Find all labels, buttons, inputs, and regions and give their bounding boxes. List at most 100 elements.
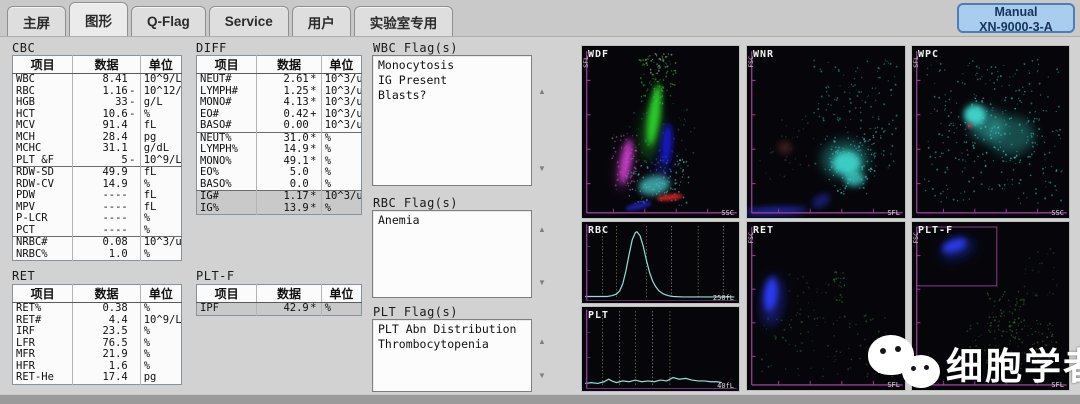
table-row: MCV91.4fL (13, 120, 182, 132)
pltf-section-title: PLT-F (196, 269, 235, 283)
wpc-y-axis-label: SFL (912, 56, 920, 68)
table-cell: 10^9/L (140, 155, 181, 167)
table-cell: IPF (197, 303, 257, 316)
table-row: EO%5.0% (197, 167, 362, 179)
table-cell: 10^9/L (140, 315, 181, 327)
wnr-y-axis-label: FSC (747, 56, 755, 68)
rbc-flags-scroll-up-icon[interactable]: ▲ (538, 226, 546, 234)
table-cell: 49.9 (73, 167, 140, 179)
table-row: RET-He17.4pg (13, 372, 182, 384)
cbc-section-title: CBC (12, 41, 35, 55)
tab-main-screen[interactable]: 主屏 (7, 6, 66, 36)
wnr-x-axis-label: SFL (887, 209, 900, 217)
table-cell: 14.9 (73, 179, 140, 191)
tab-lab-exclusive[interactable]: 实验室专用 (354, 6, 454, 36)
flag-item: PLT Abn Distribution (378, 322, 526, 337)
column-header: 项目 (197, 56, 257, 74)
table-cell: ---- (73, 213, 140, 225)
rbc-flags-scroll-down-icon[interactable]: ▼ (538, 279, 546, 287)
rbc-label: RBC (588, 225, 609, 236)
table-cell: LYMPH# (197, 86, 257, 98)
wechat-icon (866, 331, 946, 395)
table-cell: 10^12/L (140, 86, 181, 98)
table-cell: 23.5 (73, 326, 140, 338)
table-cell: MCV (13, 120, 73, 132)
table-cell: P-LCR (13, 213, 73, 225)
table-cell: MPV (13, 202, 73, 214)
table-cell: MONO# (197, 97, 257, 109)
diff-section-title: DIFF (196, 41, 227, 55)
column-header: 单位 (321, 285, 361, 303)
analyzer-mode-button[interactable]: Manual XN-9000-3-A (957, 3, 1075, 33)
wpc-label: WPC (918, 49, 939, 60)
table-cell: NEUT% (197, 132, 257, 144)
table-cell: 17.4 (73, 372, 140, 384)
table-row: MFR21.9% (13, 349, 182, 361)
table-row: LFR76.5% (13, 338, 182, 350)
table-cell: RET-He (13, 372, 73, 384)
tab-service[interactable]: Service (209, 6, 289, 36)
table-cell: 21.9 (73, 349, 140, 361)
table-cell: BASO# (197, 120, 257, 132)
table-row: MCHC31.1g/dL (13, 143, 182, 155)
wbc-flags-scroll-down-icon[interactable]: ▼ (538, 165, 546, 173)
table-row: NRBC#0.0810^3/uL (13, 237, 182, 249)
plt-flags-scroll-up-icon[interactable]: ▲ (538, 338, 546, 346)
table-cell: ---- (73, 225, 140, 237)
table-row: RDW-CV14.9% (13, 179, 182, 191)
table-cell: % (140, 326, 181, 338)
table-row: WBC8.4110^9/L (13, 74, 182, 86)
table-row: MONO%49.1*% (197, 156, 362, 168)
table-cell: % (321, 156, 361, 168)
ret-label: RET (753, 225, 774, 236)
ret-results-table: 项目数据单位RET%0.38%RET#4.410^9/LIRF23.5%LFR7… (12, 284, 182, 385)
wnr-label: WNR (753, 49, 774, 60)
plt-histogram: PLT 40fL (582, 307, 739, 391)
tab-graph[interactable]: 图形 (69, 2, 128, 36)
chart-canvas (912, 46, 1069, 218)
wbc-flags-scroll-up-icon[interactable]: ▲ (538, 88, 546, 96)
table-cell: % (140, 249, 181, 261)
table-cell: % (321, 179, 361, 191)
table-cell: 10^3/uL (321, 191, 361, 203)
table-cell: ---- (73, 190, 140, 202)
wdf-label: WDF (588, 49, 609, 60)
plt-label: PLT (588, 310, 609, 321)
table-cell: fL (140, 190, 181, 202)
table-row: NRBC%1.0% (13, 249, 182, 261)
table-cell: RDW-CV (13, 179, 73, 191)
table-cell: 5- (73, 155, 140, 167)
tab-bar: 主屏 图形 Q-Flag Service 用户 实验室专用 (0, 0, 1080, 37)
wdf-x-axis-label: SSC (721, 209, 734, 217)
column-header: 数据 (257, 56, 321, 74)
ret-y-axis-label: FSC (747, 232, 755, 244)
table-cell: 10^3/uL (321, 120, 361, 132)
table-cell: 14.9* (257, 144, 321, 156)
tab-user[interactable]: 用户 (292, 6, 351, 36)
table-cell: LFR (13, 338, 73, 350)
flag-item: IG Present (378, 73, 526, 88)
table-cell: HFR (13, 361, 73, 373)
table-row: RET%0.38% (13, 303, 182, 315)
rbc-x-axis-label: 250fL (713, 294, 734, 302)
table-cell: IRF (13, 326, 73, 338)
table-cell: % (140, 213, 181, 225)
mode-label: Manual (959, 5, 1073, 20)
table-row: LYMPH#1.25*10^3/uL (197, 86, 362, 98)
table-cell: WBC (13, 74, 73, 86)
table-cell: fL (140, 120, 181, 132)
ret-section-title: RET (12, 269, 35, 283)
table-row: RBC1.16-10^12/L (13, 86, 182, 98)
table-row: RET#4.410^9/L (13, 315, 182, 327)
plt-flags-scroll-down-icon[interactable]: ▼ (538, 372, 546, 380)
tab-q-flag[interactable]: Q-Flag (131, 6, 206, 36)
table-cell: BASO% (197, 179, 257, 191)
table-cell: g/L (140, 97, 181, 109)
table-cell: pg (140, 372, 181, 384)
table-cell: 4.4 (73, 315, 140, 327)
table-row: NEUT%31.0*% (197, 132, 362, 144)
pltf-label: PLT-F (918, 225, 953, 236)
table-cell: 76.5 (73, 338, 140, 350)
table-cell: % (140, 179, 181, 191)
wpc-scattergram: WPC SFL SSC (912, 46, 1069, 218)
